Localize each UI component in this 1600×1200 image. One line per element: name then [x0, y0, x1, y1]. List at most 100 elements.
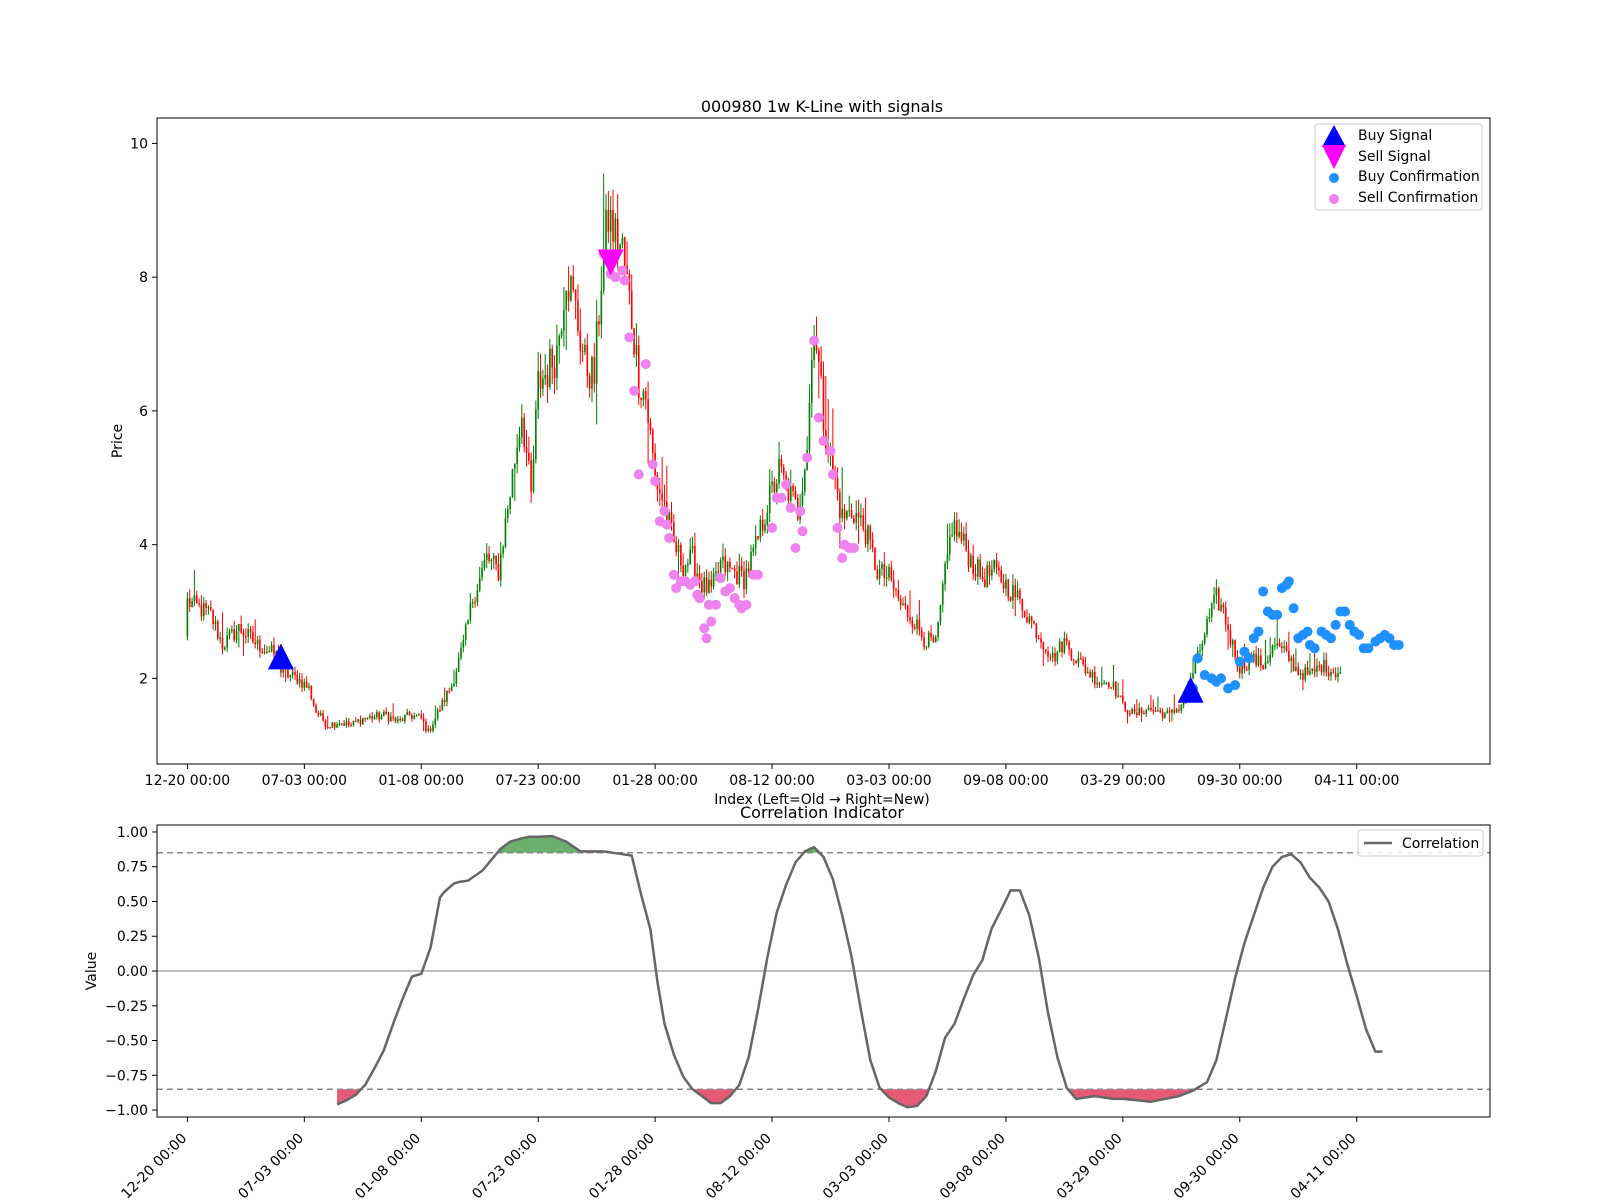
candle-body [607, 209, 610, 232]
candle-body [867, 525, 869, 545]
candle-body [850, 510, 853, 518]
candle-body [736, 571, 738, 584]
candle-body [212, 610, 214, 624]
candle-body [354, 720, 357, 723]
candle-body [1292, 658, 1295, 671]
candle-body [249, 629, 252, 633]
candle-body [883, 563, 886, 578]
legend-sell-confirmation-marker [1329, 194, 1339, 204]
candle-body [598, 321, 600, 325]
candle-body [1098, 682, 1101, 685]
candle-body [219, 637, 221, 639]
candle-body [537, 371, 540, 410]
candle-body [918, 619, 921, 631]
candle-body [305, 681, 308, 688]
candle-body [904, 603, 907, 606]
candle-body [432, 724, 434, 731]
candle-body [287, 669, 289, 678]
candle-body [591, 357, 593, 389]
candle-body [979, 559, 982, 578]
candle-body [247, 629, 250, 637]
candle-body [1054, 653, 1056, 662]
candle-body [436, 710, 439, 719]
candle-body [1089, 671, 1091, 678]
candle-body [565, 290, 568, 310]
candle-body [988, 565, 991, 576]
sell-confirmation-point [661, 519, 672, 530]
candle-body [560, 330, 563, 336]
candle-body [322, 712, 324, 721]
sell-confirmation-point [701, 633, 712, 644]
candle-body [383, 711, 385, 716]
candle-body [294, 671, 296, 675]
candle-body [1210, 603, 1213, 618]
candle-body [780, 458, 783, 467]
candle-body [630, 291, 633, 329]
sell-confirmation-point [825, 446, 836, 457]
candle-body [759, 519, 762, 539]
candle-body [640, 397, 642, 401]
candle-body [474, 602, 476, 604]
kline-ytick-label: 8 [139, 270, 148, 286]
candle-body [425, 721, 427, 731]
candle-body [570, 276, 572, 301]
candle-body [981, 577, 984, 580]
candle-body [1117, 695, 1119, 697]
candle-body [1320, 665, 1323, 672]
candle-body [951, 535, 953, 537]
candle-body [876, 569, 879, 579]
candle-body [245, 636, 247, 638]
correlation-ytick-label: −0.25 [105, 999, 148, 1015]
sell-confirmation-point [650, 476, 661, 487]
candle-body [1178, 709, 1180, 711]
candle-body [1014, 585, 1017, 598]
sell-confirmation-point [813, 412, 824, 423]
candle-body [818, 350, 820, 362]
kline-ylabel: Price [110, 424, 126, 458]
candle-body [708, 579, 710, 593]
candle-body [621, 237, 624, 245]
candle-body [406, 711, 409, 716]
candle-body [658, 489, 661, 494]
correlation-ytick-label: 0.50 [117, 894, 148, 910]
candle-body [495, 555, 497, 565]
candle-body [649, 422, 652, 431]
candle-body [256, 639, 259, 645]
candle-body [1285, 646, 1288, 651]
legend-buy-signal-label: Buy Signal [1358, 128, 1432, 144]
candle-body [1217, 588, 1220, 611]
sell-confirmation-point [753, 569, 764, 580]
candle-body [703, 577, 706, 593]
candle-body [822, 375, 825, 430]
candle-body [605, 209, 607, 253]
candle-body [1143, 713, 1145, 715]
candle-body [364, 718, 366, 720]
kline-xtick-label: 04-11 00:00 [1314, 773, 1399, 789]
candle-body [1175, 709, 1178, 713]
candle-body [315, 705, 317, 713]
candle-body [1229, 629, 1232, 645]
correlation-ytick-label: 0.75 [117, 860, 148, 876]
candle-body [789, 485, 792, 501]
candle-body [1028, 616, 1031, 623]
candle-body [874, 547, 876, 570]
candle-body [651, 430, 654, 454]
candle-body [663, 499, 666, 502]
candle-body [843, 508, 846, 519]
candle-body [345, 721, 348, 726]
candle-body [584, 345, 586, 353]
candle-body [916, 619, 918, 629]
candle-body [937, 621, 939, 637]
sell-confirmation-point [790, 542, 801, 553]
candle-body [848, 510, 851, 512]
candle-body [726, 561, 729, 573]
candle-body [642, 391, 645, 401]
candle-body [595, 321, 598, 384]
candle-body [680, 544, 682, 566]
candle-body [1093, 671, 1096, 685]
candle-body [350, 724, 352, 726]
buy-confirmation-point [1192, 653, 1203, 664]
kline-xtick-label: 09-08 00:00 [963, 773, 1048, 789]
candle-body [991, 569, 993, 576]
candle-body [1306, 667, 1309, 675]
